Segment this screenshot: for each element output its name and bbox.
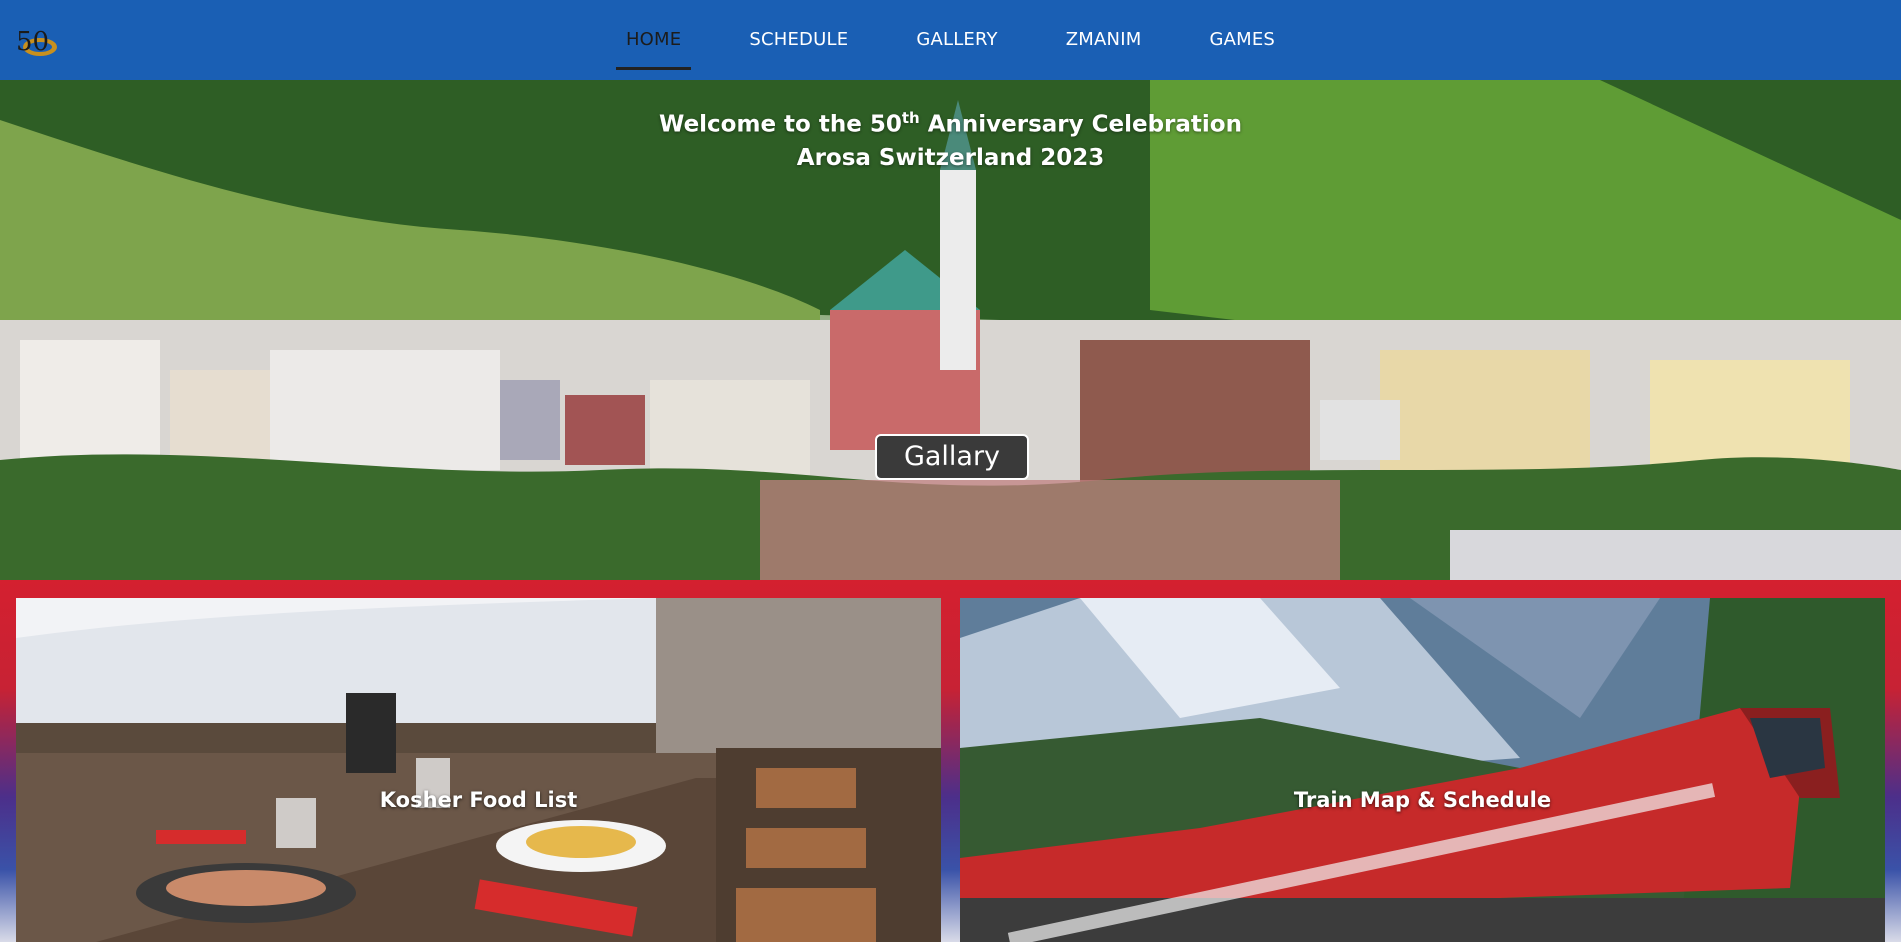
restaurant-terrace-photo: [16, 598, 941, 942]
nav-item-home[interactable]: HOME: [592, 0, 715, 80]
nav-item-games[interactable]: GAMES: [1175, 0, 1309, 80]
hero-title-line1: Welcome to the 50th Anniversary Celebrat…: [659, 109, 1242, 138]
nav-item-gallery[interactable]: GALLERY: [882, 0, 1031, 80]
hero-banner: Welcome to the 50th Anniversary Celebrat…: [0, 80, 1901, 580]
red-train-photo: [960, 598, 1885, 942]
nav-item-zmanim[interactable]: ZMANIM: [1032, 0, 1176, 80]
kosher-food-card[interactable]: Kosher Food List: [16, 598, 941, 942]
hero-title-line2: Arosa Switzerland 2023: [796, 144, 1105, 171]
train-map-card[interactable]: Train Map & Schedule: [960, 598, 1885, 942]
kosher-food-card-label: Kosher Food List: [379, 788, 578, 812]
gallery-button[interactable]: Gallary: [875, 434, 1029, 480]
train-map-card-label: Train Map & Schedule: [1293, 788, 1552, 812]
top-navigation-bar: 50 HOME SCHEDULE GALLERY ZMANIM GAMES: [0, 0, 1901, 80]
nav-links: HOME SCHEDULE GALLERY ZMANIM GAMES: [0, 0, 1901, 80]
hero-title: Welcome to the 50th Anniversary Celebrat…: [0, 102, 1901, 175]
nav-item-schedule[interactable]: SCHEDULE: [715, 0, 882, 80]
